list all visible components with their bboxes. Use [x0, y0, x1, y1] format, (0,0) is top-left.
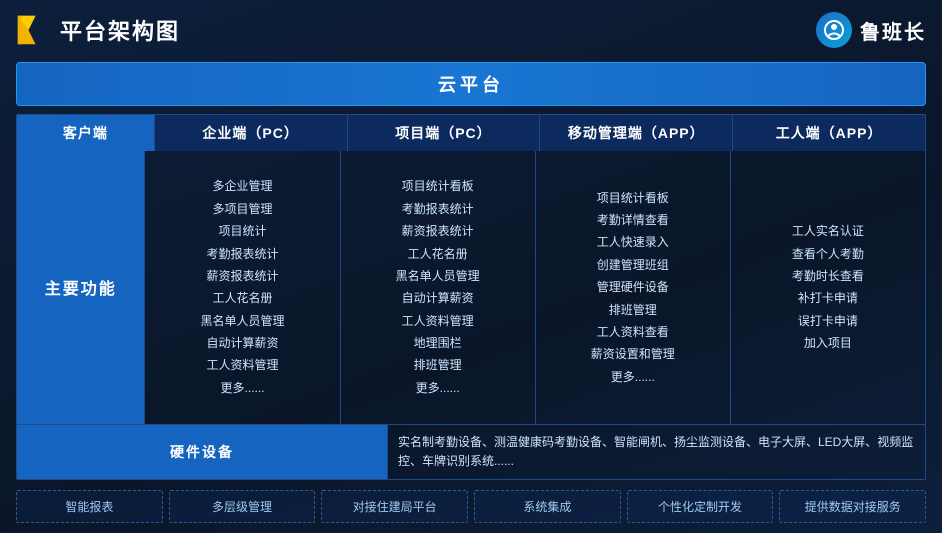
feature-item-1: 智能报表 [16, 490, 163, 523]
list-item: 工人花名册 [347, 244, 529, 264]
list-item: 自动计算薪资 [151, 333, 333, 353]
list-item: 排班管理 [542, 300, 724, 320]
list-item: 薪资报表统计 [347, 221, 529, 241]
th-enterprise: 企业端（PC） [155, 115, 348, 151]
features-row: 智能报表 多层级管理 对接住建局平台 系统集成 个性化定制开发 提供数据对接服务 [16, 490, 926, 523]
list-item: 考勤时长查看 [737, 266, 919, 286]
list-item: 排班管理 [347, 355, 529, 375]
list-item: 薪资设置和管理 [542, 344, 724, 364]
list-item: 管理硬件设备 [542, 277, 724, 297]
list-item: 黑名单人员管理 [347, 266, 529, 286]
worker-col: 工人实名认证 查看个人考勤 考勤时长查看 补打卡申请 误打卡申请 加入项目 [731, 151, 925, 424]
brand-logo: 鲁班长 [816, 12, 926, 48]
hardware-label: 硬件设备 [17, 425, 388, 479]
hardware-content: 实名制考勤设备、测温健康码考勤设备、智能闸机、扬尘监测设备、电子大屏、LED大屏… [388, 425, 925, 479]
list-item: 黑名单人员管理 [151, 311, 333, 331]
list-item: 多企业管理 [151, 176, 333, 196]
list-item: 加入项目 [737, 333, 919, 353]
main-container: 平台架构图 鲁班长 云平台 客户端 企业端（PC） 项目端（PC） 移动管理端（… [0, 0, 942, 533]
list-item: 工人资料管理 [151, 355, 333, 375]
list-item: 考勤报表统计 [151, 244, 333, 264]
list-item: 更多...... [542, 367, 724, 387]
project-col: 项目统计看板 考勤报表统计 薪资报表统计 工人花名册 黑名单人员管理 自动计算薪… [341, 151, 536, 424]
cloud-banner: 云平台 [16, 62, 926, 106]
hardware-row: 硬件设备 实名制考勤设备、测温健康码考勤设备、智能闸机、扬尘监测设备、电子大屏、… [17, 424, 925, 479]
th-project: 项目端（PC） [348, 115, 541, 151]
list-item: 项目统计看板 [542, 188, 724, 208]
list-item: 薪资报表统计 [151, 266, 333, 286]
enterprise-col: 多企业管理 多项目管理 项目统计 考勤报表统计 薪资报表统计 工人花名册 黑名单… [145, 151, 340, 424]
list-item: 工人资料管理 [347, 311, 529, 331]
feature-item-4: 系统集成 [474, 490, 621, 523]
main-table: 客户端 企业端（PC） 项目端（PC） 移动管理端（APP） 工人端（APP） … [16, 114, 926, 480]
list-item: 工人快速录入 [542, 232, 724, 252]
content-row: 主要功能 多企业管理 多项目管理 项目统计 考勤报表统计 薪资报表统计 工人花名… [17, 151, 925, 424]
list-item: 补打卡申请 [737, 288, 919, 308]
header: 平台架构图 鲁班长 [16, 10, 926, 54]
feature-item-5: 个性化定制开发 [627, 490, 774, 523]
feature-item-3: 对接住建局平台 [321, 490, 468, 523]
page-title: 平台架构图 [60, 14, 180, 46]
th-worker: 工人端（APP） [733, 115, 925, 151]
brand-icon [816, 12, 852, 48]
list-item: 多项目管理 [151, 199, 333, 219]
list-item: 考勤报表统计 [347, 199, 529, 219]
main-function-label: 主要功能 [17, 151, 145, 424]
list-item: 地理围栏 [347, 333, 529, 353]
th-client: 客户端 [17, 115, 155, 151]
list-item: 误打卡申请 [737, 311, 919, 331]
list-item: 工人花名册 [151, 288, 333, 308]
list-item: 更多...... [151, 378, 333, 398]
list-item: 工人资料查看 [542, 322, 724, 342]
list-item: 查看个人考勤 [737, 244, 919, 264]
brand-name: 鲁班长 [860, 16, 926, 45]
list-item: 考勤详情查看 [542, 210, 724, 230]
list-item: 项目统计看板 [347, 176, 529, 196]
list-item: 工人实名认证 [737, 221, 919, 241]
feature-item-6: 提供数据对接服务 [779, 490, 926, 523]
mobile-col: 项目统计看板 考勤详情查看 工人快速录入 创建管理班组 管理硬件设备 排班管理 … [536, 151, 731, 424]
list-item: 更多...... [347, 378, 529, 398]
th-mobile: 移动管理端（APP） [540, 115, 733, 151]
feature-item-2: 多层级管理 [169, 490, 316, 523]
table-header-row: 客户端 企业端（PC） 项目端（PC） 移动管理端（APP） 工人端（APP） [17, 115, 925, 151]
list-item: 创建管理班组 [542, 255, 724, 275]
list-item: 自动计算薪资 [347, 288, 529, 308]
list-item: 项目统计 [151, 221, 333, 241]
logo-icon [16, 14, 48, 46]
header-left: 平台架构图 [16, 14, 180, 46]
